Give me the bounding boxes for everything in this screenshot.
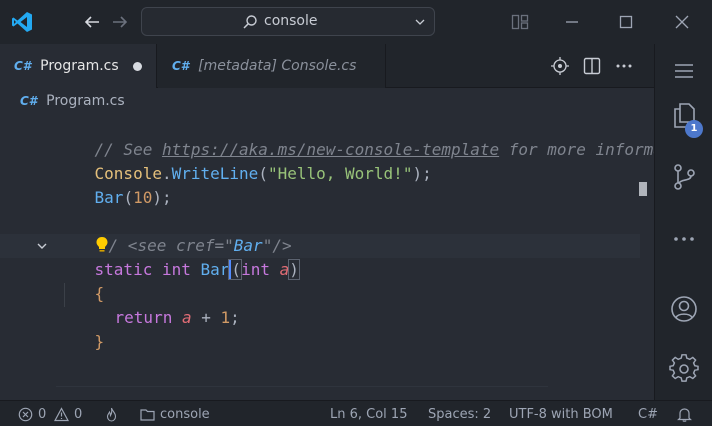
token-keyword: int [241,260,270,279]
status-indentation[interactable]: Spaces: 2 [428,405,491,423]
token-punct: ); [412,164,432,183]
fold-chevron-icon[interactable] [36,240,48,252]
unsaved-dot-icon[interactable] [132,61,142,71]
customize-layout-icon[interactable] [510,12,530,32]
breadcrumb-item-program-cs[interactable]: Program.cs [46,93,125,109]
code-line-2: Console.WriteLine("Hello, World!"); [56,138,432,183]
token-method: Bar [94,188,124,207]
command-center-search[interactable]: console [141,7,435,36]
token-method: WriteLine [171,164,259,183]
token-paren-close: ) [288,259,300,280]
status-flame[interactable] [104,405,124,423]
token-method: Bar [200,260,230,279]
token-punct: ; [230,308,240,327]
status-bar: 0 0 console Ln 6, Col 15 Spaces: 2 UTF-8… [0,400,712,426]
command-center-text: console [264,13,318,29]
encoding-label: UTF-8 with BOM [509,406,613,422]
csharp-file-icon: C# [172,59,190,73]
tab-label: [metadata] Console.cs [198,58,357,74]
editor-tab-bar: C# Program.cs C# [metadata] Console.cs [0,44,654,88]
flame-icon [106,407,117,422]
comment-text: for more information [508,140,654,159]
forward-arrow-icon[interactable] [110,12,130,32]
error-icon [18,407,33,421]
horizontal-scrollbar[interactable] [56,386,548,398]
search-icon [243,15,257,29]
cursor-position-label: Ln 6, Col 15 [330,406,408,422]
code-line-9: } [56,306,105,351]
back-arrow-icon[interactable] [82,12,102,32]
chevron-down-icon[interactable] [414,16,426,28]
minimize-icon[interactable] [560,10,584,34]
language-label: C# [638,406,658,422]
warning-icon [54,406,69,421]
status-cursor-position[interactable]: Ln 6, Col 15 [330,405,407,423]
status-language[interactable]: C# [638,405,658,423]
token-number: 10 [133,188,153,207]
token-operator: + [191,308,221,327]
indent-guide [64,283,65,307]
status-encoding[interactable]: UTF-8 with BOM [509,405,613,423]
source-control-icon[interactable] [669,162,699,192]
token-param: a [279,260,290,279]
token-keyword: int [161,260,191,279]
bell-icon [677,407,692,422]
more-views-icon[interactable] [669,224,699,254]
maximize-icon[interactable] [614,10,638,34]
code-line-8: return a + 1; [76,282,240,327]
explorer-badge: 1 [685,120,703,138]
status-folder[interactable]: console [140,405,210,423]
token-brace: } [94,332,105,351]
code-line-1: // See https://aka.ms/new-console-templa… [56,114,654,159]
code-line-7: { [56,258,105,303]
code-line-5: / <see cref="Bar"/> [56,210,292,255]
status-warnings[interactable]: 0 [54,405,82,423]
code-line-6: static int Bar (int a) [56,234,300,280]
status-errors[interactable]: 0 [18,405,46,423]
token-keyword: return [114,308,173,327]
split-editor-icon[interactable] [582,56,602,76]
close-icon[interactable] [670,10,694,34]
title-bar: console [0,0,712,44]
breadcrumb: C# Program.cs [0,88,654,114]
token-number: 1 [220,308,231,327]
indentation-label: Spaces: 2 [428,406,492,422]
status-notifications[interactable] [677,405,697,423]
tab-label: Program.cs [40,58,119,74]
tab-program-cs[interactable]: C# Program.cs [0,44,157,88]
target-icon[interactable] [550,56,570,76]
settings-gear-icon[interactable] [669,354,699,384]
activity-bar: 1 [654,44,712,400]
code-line-3: Bar(10); [56,162,172,207]
token-punct: ( [258,164,268,183]
token-punct: ); [152,188,172,207]
csharp-file-icon: C# [20,94,38,108]
folder-label: console [160,406,210,422]
vscode-logo-icon [12,12,32,32]
account-icon[interactable] [669,294,699,324]
folder-icon [140,408,155,421]
token-paren-open: ( [228,259,243,280]
token-string: "Hello, World!" [267,164,413,183]
token-punct: ( [123,188,134,207]
code-editor[interactable]: // See https://aka.ms/new-console-templa… [0,114,654,400]
menu-icon[interactable] [669,56,699,86]
token-param: a [181,308,192,327]
scrollbar-cursor-marker[interactable] [636,182,650,196]
tab-console-metadata[interactable]: C# [metadata] Console.cs [158,44,386,88]
error-count: 0 [38,406,47,422]
warning-count: 0 [74,406,83,422]
csharp-file-icon: C# [14,59,32,73]
more-actions-icon[interactable] [614,56,634,76]
